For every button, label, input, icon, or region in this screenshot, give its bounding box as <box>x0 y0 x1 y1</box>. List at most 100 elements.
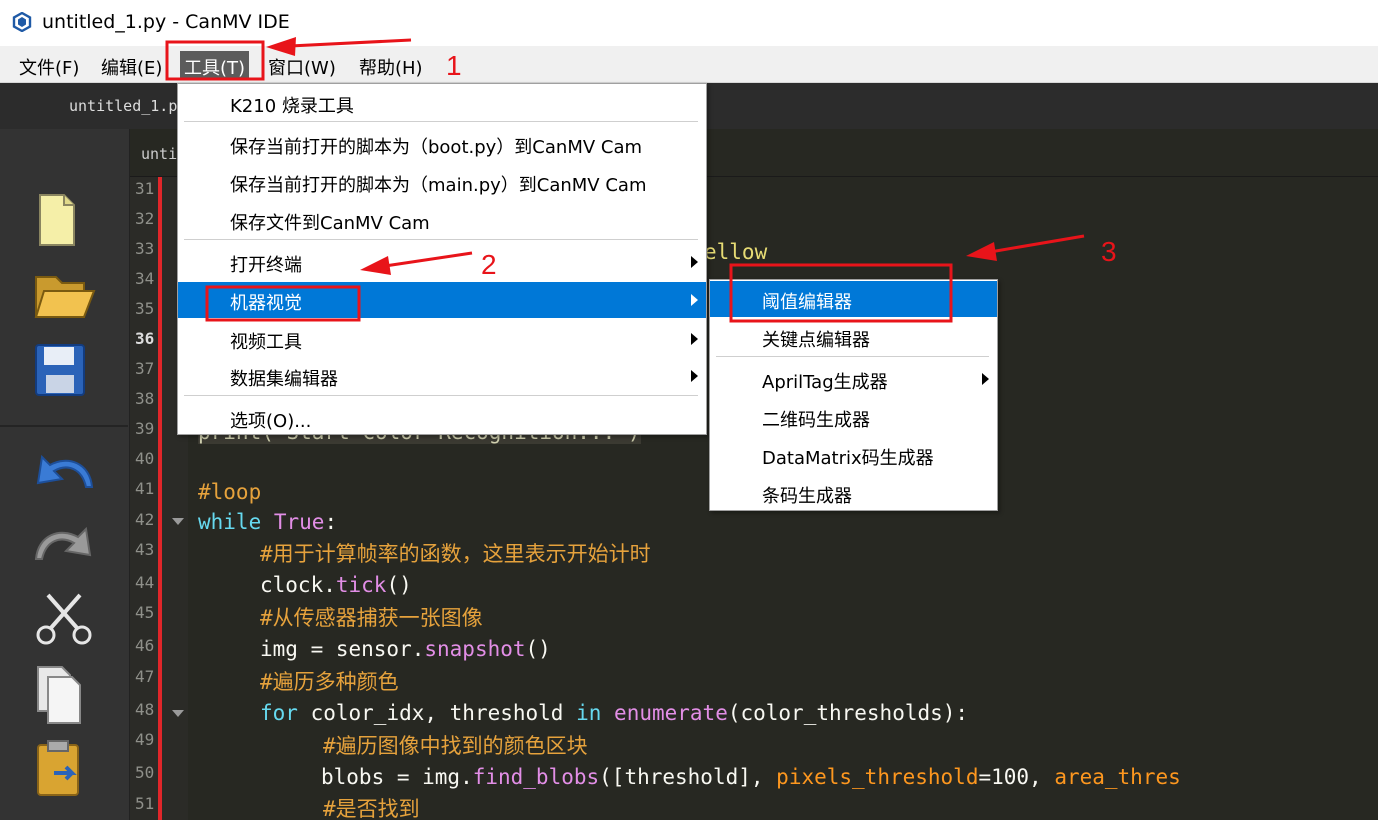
menu-item-save-main[interactable]: 保存当前打开的脚本为（main.py）到CanMV Cam <box>178 164 706 200</box>
line-number: 42 <box>135 510 155 529</box>
code-line-47: #遍历多种颜色 <box>260 670 399 694</box>
tick-parens: () <box>386 573 412 597</box>
line-number: 47 <box>135 667 155 686</box>
breakpoint-marker-bar <box>158 177 162 820</box>
menu-item-label: DataMatrix码生成器 <box>762 448 934 469</box>
line-number: 39 <box>135 419 155 438</box>
menu-separator <box>716 356 989 357</box>
snapshot-function: snapshot <box>424 637 526 661</box>
line-number: 40 <box>135 449 155 468</box>
open-folder-icon[interactable] <box>32 263 98 325</box>
line-number: 34 <box>135 269 155 288</box>
menu-file[interactable]: 文件(F) <box>15 51 83 79</box>
menu-item-label: 打开终端 <box>230 255 302 276</box>
line-number: 37 <box>135 359 155 378</box>
for-tail: (color_thresholds): <box>727 701 969 725</box>
menu-item-label: 保存当前打开的脚本为（boot.py）到CanMV Cam <box>230 137 643 158</box>
img-assign: img = sensor. <box>260 637 425 661</box>
line-number: 45 <box>135 603 155 622</box>
find-blobs-function: find_blobs <box>472 765 600 789</box>
submenu-arrow-icon <box>691 294 698 306</box>
keyword-in: in <box>576 701 602 725</box>
tools-menu: K210 烧录工具 保存当前打开的脚本为（boot.py）到CanMV Cam … <box>177 83 707 435</box>
line-number: 46 <box>135 636 155 655</box>
keyword-for: for <box>260 701 298 725</box>
snapshot-parens: () <box>525 637 551 661</box>
code-line-50: blobs = img.find_blobs([threshold], pixe… <box>321 765 1181 789</box>
menu-item-dataset-editor[interactable]: 数据集编辑器 <box>178 358 706 394</box>
code-line-49: #遍历图像中找到的颜色区块 <box>323 734 588 758</box>
window-title: untitled_1.py - CanMV IDE <box>42 11 290 33</box>
submenu-arrow-icon <box>982 373 989 385</box>
menu-item-label: 机器视觉 <box>230 293 302 314</box>
menu-item-datamatrix-generator[interactable]: DataMatrix码生成器 <box>710 437 997 473</box>
line-number: 32 <box>135 209 155 228</box>
code-line-44: clock.tick() <box>260 573 412 597</box>
menu-item-label: 选项(O)... <box>230 411 312 432</box>
menu-item-save-boot[interactable]: 保存当前打开的脚本为（boot.py）到CanMV Cam <box>178 126 706 162</box>
menu-item-threshold-editor[interactable]: 阈值编辑器 <box>710 281 997 317</box>
code-line-42: while True: <box>198 510 337 534</box>
code-line-48: for color_idx, threshold in enumerate(co… <box>260 701 968 725</box>
menu-item-keypoint-editor[interactable]: 关键点编辑器 <box>710 319 997 355</box>
left-toolbar <box>0 129 130 820</box>
paste-icon[interactable] <box>32 737 88 799</box>
enumerate-function: enumerate <box>614 701 728 725</box>
menu-separator <box>184 239 698 240</box>
line-number: 31 <box>135 179 155 198</box>
fold-arrow-icon[interactable] <box>172 710 184 717</box>
new-file-icon[interactable] <box>32 191 82 251</box>
menu-item-save-file[interactable]: 保存文件到CanMV Cam <box>178 202 706 238</box>
colon-token: : <box>324 510 338 534</box>
menu-item-options[interactable]: 选项(O)... <box>178 400 706 436</box>
code-line-45: #从传感器捕获一张图像 <box>260 606 483 630</box>
redo-icon[interactable] <box>32 519 96 567</box>
machine-vision-submenu: 阈值编辑器 关键点编辑器 AprilTag生成器 二维码生成器 DataMatr… <box>709 279 998 511</box>
menu-bar: 文件(F) 编辑(E) 工具(T) 窗口(W) 帮助(H) <box>0 46 1378 83</box>
menu-tools[interactable]: 工具(T) <box>180 51 250 79</box>
menu-item-machine-vision[interactable]: 机器视觉 <box>178 282 706 318</box>
cut-icon[interactable] <box>32 589 96 647</box>
copy-icon[interactable] <box>32 663 88 727</box>
for-vars: color_idx, threshold <box>297 701 577 725</box>
menu-item-barcode-generator[interactable]: 条码生成器 <box>710 475 997 511</box>
line-number: 38 <box>135 389 155 408</box>
title-bar: untitled_1.py - CanMV IDE <box>0 0 1378 46</box>
area-threshold-param: area_thres <box>1054 765 1181 789</box>
keyword-true: True <box>273 510 325 534</box>
save-icon[interactable] <box>32 341 88 399</box>
fold-arrow-icon[interactable] <box>172 518 184 525</box>
menu-item-label: 条码生成器 <box>762 486 852 507</box>
tick-function: tick <box>335 573 387 597</box>
subtab-label[interactable]: unti <box>141 145 177 163</box>
submenu-arrow-icon <box>691 370 698 382</box>
undo-icon[interactable] <box>32 447 96 495</box>
menu-item-open-terminal[interactable]: 打开终端 <box>178 244 706 280</box>
menu-item-qrcode-generator[interactable]: 二维码生成器 <box>710 399 997 435</box>
menu-window[interactable]: 窗口(W) <box>264 51 340 79</box>
blobs-assign: blobs = img. <box>321 765 473 789</box>
menu-separator <box>184 395 698 396</box>
line-number: 43 <box>135 540 155 559</box>
line-number: 48 <box>135 700 155 719</box>
menu-item-video-tools[interactable]: 视频工具 <box>178 321 706 357</box>
line-number: 33 <box>135 239 155 258</box>
keyword-while: while <box>198 510 262 534</box>
menu-item-label: 数据集编辑器 <box>230 369 338 390</box>
menu-item-label: 视频工具 <box>230 332 302 353</box>
current-line-number: 36 <box>135 329 155 348</box>
pixels-threshold-param: pixels_threshold <box>776 765 979 789</box>
menu-item-label: 阈值编辑器 <box>762 292 852 313</box>
line-number: 44 <box>135 573 155 592</box>
menu-separator <box>184 121 698 122</box>
menu-item-k210-flash[interactable]: K210 烧录工具 <box>178 85 706 121</box>
submenu-arrow-icon <box>691 333 698 345</box>
menu-help[interactable]: 帮助(H) <box>355 51 427 79</box>
toolbar-separator <box>0 425 128 427</box>
code-line-41: #loop <box>198 480 262 504</box>
line-number: 41 <box>135 479 155 498</box>
menu-edit[interactable]: 编辑(E) <box>97 51 166 79</box>
menu-item-label: AprilTag生成器 <box>762 372 888 393</box>
menu-item-apriltag-generator[interactable]: AprilTag生成器 <box>710 361 997 397</box>
tab-untitled-1[interactable]: untitled_1.py <box>69 97 186 115</box>
